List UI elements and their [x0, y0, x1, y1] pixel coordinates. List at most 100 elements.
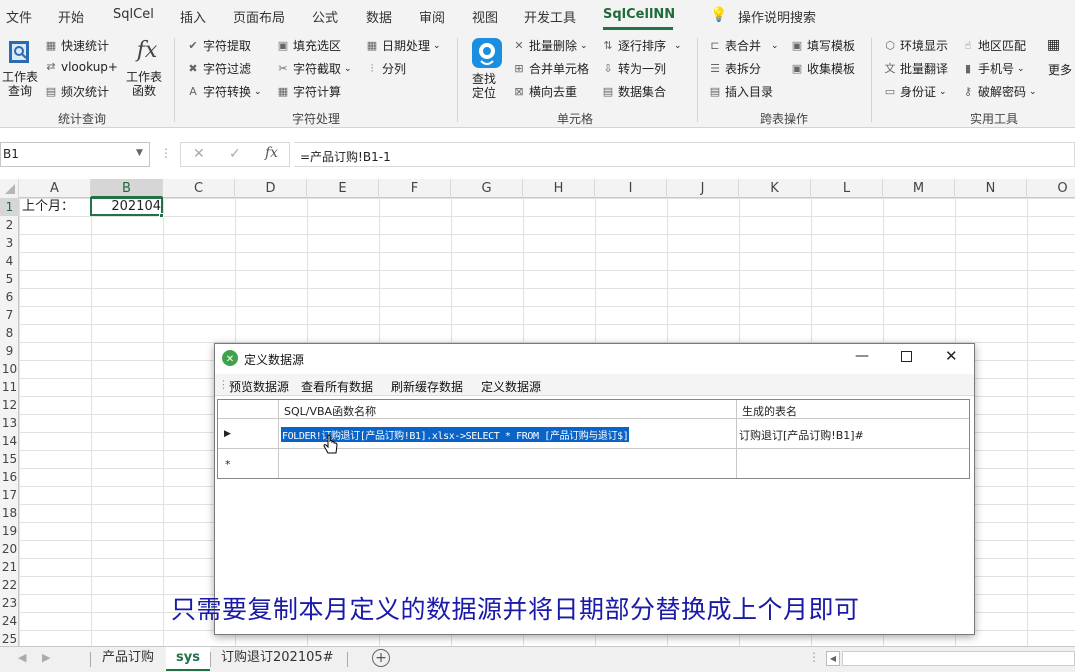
row-header-23[interactable]: 23 — [0, 594, 19, 612]
table-merge-button[interactable]: ⊏ 表合并 ⌄ — [708, 37, 778, 54]
new-table-name-cell[interactable] — [737, 449, 969, 478]
row-header-17[interactable]: 17 — [0, 486, 19, 504]
row-header-1[interactable]: 1 — [0, 198, 19, 216]
menu-developer[interactable]: 开发工具 — [524, 7, 576, 26]
row-header-9[interactable]: 9 — [0, 342, 19, 360]
id-card-button[interactable]: ▭ 身份证 ⌄ — [883, 83, 947, 100]
column-header-h[interactable]: H — [523, 179, 595, 198]
sql-cell[interactable]: FOLDER!订购退订[产品订购!B1].xlsx->SELECT * FROM… — [279, 419, 737, 449]
tell-me-search[interactable]: 操作说明搜索 — [738, 7, 816, 26]
menu-review[interactable]: 审阅 — [419, 7, 445, 26]
char-filter-button[interactable]: ✖ 字符过滤 — [186, 60, 251, 77]
table-split-button[interactable]: ☰ 表拆分 — [708, 60, 761, 77]
row-sort-button[interactable]: ⇅ 逐行排序 ⌄ — [601, 37, 681, 54]
column-header-sql[interactable]: SQL/VBA函数名称 — [279, 400, 737, 419]
namebox-dropdown-icon[interactable]: ▼ — [136, 148, 143, 158]
char-extract-button[interactable]: ✔ 字符提取 — [186, 37, 251, 54]
row-header-19[interactable]: 19 — [0, 522, 19, 540]
env-display-button[interactable]: ⬡ 环境显示 — [883, 37, 948, 54]
menu-formulas[interactable]: 公式 — [312, 7, 338, 26]
worksheet-query-button[interactable]: 工作表 查询 — [2, 70, 40, 98]
collect-template-button[interactable]: ▣ 收集模板 — [790, 60, 855, 77]
column-header-k[interactable]: K — [739, 179, 811, 198]
close-icon[interactable]: ✕ — [945, 347, 958, 365]
table-name-cell[interactable]: 订购退订[产品订购!B1]# — [737, 419, 969, 449]
insert-function-icon[interactable]: fx — [265, 145, 278, 161]
function-icon[interactable]: fx — [132, 38, 162, 68]
frequency-stats-button[interactable]: ▤ 频次统计 — [44, 83, 109, 100]
column-header-a[interactable]: A — [19, 179, 91, 198]
column-header-e[interactable]: E — [307, 179, 379, 198]
split-column-button[interactable]: ⫶ 分列 — [365, 60, 406, 77]
column-header-j[interactable]: J — [667, 179, 739, 198]
fill-selection-button[interactable]: ▣ 填充选区 — [276, 37, 341, 54]
column-header-g[interactable]: G — [451, 179, 523, 198]
row-header-22[interactable]: 22 — [0, 576, 19, 594]
menu-home[interactable]: 开始 — [58, 7, 84, 26]
sheet-tab-order-cancel[interactable]: 订购退订202105# — [211, 647, 344, 671]
preview-datasource-button[interactable]: 预览数据源 — [229, 378, 289, 395]
find-locate-icon[interactable] — [471, 37, 502, 68]
row-header-14[interactable]: 14 — [0, 432, 19, 450]
new-sql-cell[interactable] — [279, 449, 737, 478]
tab-scroll-right-icon[interactable]: ▶ — [42, 651, 50, 664]
region-match-button[interactable]: ☝ 地区匹配 — [961, 37, 1026, 54]
quick-stats-button[interactable]: ▦ 快速统计 — [44, 37, 109, 54]
row-selector-current-icon[interactable]: ▶ — [218, 419, 279, 449]
char-calc-button[interactable]: ▦ 字符计算 — [276, 83, 341, 100]
column-header-o[interactable]: O — [1027, 179, 1075, 198]
row-header-3[interactable]: 3 — [0, 234, 19, 252]
batch-delete-button[interactable]: ✕ 批量删除 ⌄ — [512, 37, 587, 54]
add-sheet-icon[interactable]: + — [372, 649, 390, 667]
refresh-cache-button[interactable]: 刷新缓存数据 — [391, 378, 463, 395]
row-header-2[interactable]: 2 — [0, 216, 19, 234]
menu-sqlcel[interactable]: SqlCel — [113, 7, 154, 22]
column-header-b[interactable]: B — [91, 179, 163, 198]
column-header-m[interactable]: M — [883, 179, 955, 198]
batch-translate-button[interactable]: 文批量翻译 — [883, 60, 949, 77]
menu-page-layout[interactable]: 页面布局 — [233, 7, 285, 26]
column-header-f[interactable]: F — [379, 179, 451, 198]
horizontal-dedupe-button[interactable]: ⊠ 横向去重 — [512, 83, 577, 100]
row-header-10[interactable]: 10 — [0, 360, 19, 378]
column-header-l[interactable]: L — [811, 179, 883, 198]
char-cut-button[interactable]: ✂ 字符截取 ⌄ — [276, 60, 351, 77]
to-one-column-button[interactable]: ⇩ 转为一列 — [601, 60, 666, 77]
maximize-icon[interactable] — [901, 351, 912, 362]
char-convert-button[interactable]: A 字符转换 ⌄ — [186, 83, 261, 100]
row-header-5[interactable]: 5 — [0, 270, 19, 288]
row-header-21[interactable]: 21 — [0, 558, 19, 576]
define-datasource-button[interactable]: 定义数据源 — [481, 378, 541, 395]
horizontal-scrollbar[interactable] — [842, 651, 1075, 666]
tab-scroll-left-icon[interactable]: ◀ — [18, 651, 26, 664]
select-all-corner[interactable] — [0, 179, 19, 198]
qrcode-icon[interactable]: ▦ — [1047, 37, 1060, 53]
row-header-11[interactable]: 11 — [0, 378, 19, 396]
row-header-6[interactable]: 6 — [0, 288, 19, 306]
menu-insert[interactable]: 插入 — [180, 7, 206, 26]
row-header-24[interactable]: 24 — [0, 612, 19, 630]
hscroll-left-icon[interactable]: ◀ — [826, 651, 840, 666]
enter-check-icon[interactable]: ✓ — [229, 146, 241, 162]
menu-data[interactable]: 数据 — [366, 7, 392, 26]
row-header-18[interactable]: 18 — [0, 504, 19, 522]
insert-toc-button[interactable]: ▤ 插入目录 — [708, 83, 773, 100]
cell-a1[interactable]: 上个月： — [22, 198, 74, 216]
minimize-icon[interactable]: — — [855, 348, 869, 364]
data-set-button[interactable]: ▤ 数据集合 — [601, 83, 666, 100]
row-header-20[interactable]: 20 — [0, 540, 19, 558]
cancel-icon[interactable]: ✕ — [193, 146, 205, 162]
column-header-d[interactable]: D — [235, 179, 307, 198]
phone-number-button[interactable]: ▮ 手机号 ⌄ — [961, 60, 1025, 77]
date-process-button[interactable]: ▦ 日期处理 ⌄ — [365, 37, 441, 54]
row-header-8[interactable]: 8 — [0, 324, 19, 342]
column-header-table-name[interactable]: 生成的表名 — [737, 400, 969, 419]
row-header-15[interactable]: 15 — [0, 450, 19, 468]
row-header-13[interactable]: 13 — [0, 414, 19, 432]
row-header-7[interactable]: 7 — [0, 306, 19, 324]
merge-cells-button[interactable]: ⊞ 合并单元格 — [512, 60, 589, 77]
fill-template-button[interactable]: ▣ 填写模板 — [790, 37, 855, 54]
worksheet-function-button[interactable]: 工作表 函数 — [126, 70, 166, 98]
worksheet-query-icon[interactable] — [5, 38, 35, 68]
menu-sqlcellnn[interactable]: SqlCellNN — [603, 7, 675, 22]
